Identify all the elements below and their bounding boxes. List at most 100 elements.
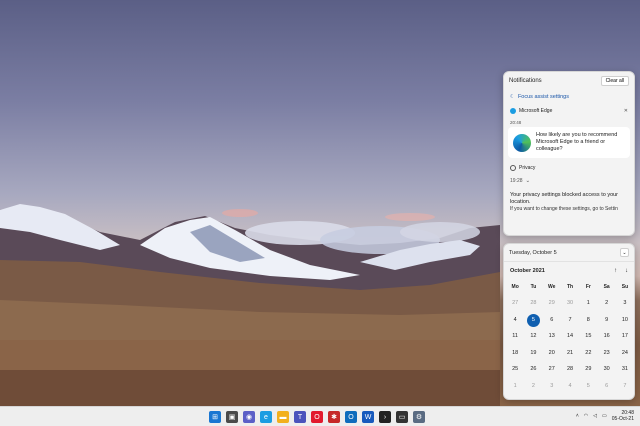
calendar-day[interactable]: 28 xyxy=(561,361,579,378)
chat-icon[interactable]: ◉ xyxy=(243,411,255,423)
clock-date: 05-Oct-21 xyxy=(611,416,634,422)
edge-notification-header: Microsoft Edge ✕ xyxy=(504,104,634,118)
edge-notification-card[interactable]: How likely are you to recommend Microsof… xyxy=(508,127,630,158)
calendar-day[interactable]: 11 xyxy=(506,328,524,345)
privacy-notification-subtext: If you want to change these settings, go… xyxy=(510,206,618,212)
calendar-day[interactable]: 16 xyxy=(597,328,615,345)
wifi-icon[interactable]: ◠ xyxy=(584,413,588,419)
calendar-day-number: 7 xyxy=(623,382,627,389)
edge-notification-time: 20:48 xyxy=(510,120,522,125)
calendar-day-today[interactable]: 5 xyxy=(524,312,542,329)
calendar-day[interactable]: 10 xyxy=(616,312,634,329)
calendar-day[interactable]: 18 xyxy=(506,345,524,362)
calendar-day[interactable]: 30 xyxy=(597,361,615,378)
calendar-day[interactable]: 27 xyxy=(543,361,561,378)
task-view-icon[interactable]: ▣ xyxy=(226,411,238,423)
calendar-day[interactable]: 8 xyxy=(579,312,597,329)
opera-icon[interactable]: O xyxy=(311,411,323,423)
calendar-flyout: Tuesday, October 5 ⌄ October 2021 ↑ ↓ Mo… xyxy=(503,243,635,400)
taskbar-clock[interactable]: 20:48 05-Oct-21 xyxy=(612,410,634,422)
word-icon[interactable]: W xyxy=(362,411,374,423)
calendar-day-number: 4 xyxy=(568,382,572,389)
calendar-day-number: 4 xyxy=(513,316,517,323)
calendar-day-number: 3 xyxy=(550,382,554,389)
calendar-day-number: 27 xyxy=(512,300,519,306)
calendar-day[interactable]: 12 xyxy=(524,328,542,345)
calendar-day[interactable]: 23 xyxy=(597,345,615,362)
calendar-day[interactable]: 6 xyxy=(597,378,615,395)
calendar-day[interactable]: 6 xyxy=(543,312,561,329)
calendar-day[interactable]: 29 xyxy=(579,361,597,378)
calendar-day[interactable]: 7 xyxy=(561,312,579,329)
clear-all-button[interactable]: Clear all xyxy=(600,76,629,86)
edge-logo-icon xyxy=(513,133,531,152)
dismiss-icon[interactable]: ✕ xyxy=(624,108,628,114)
calendar-day[interactable]: 14 xyxy=(561,328,579,345)
weekday-label: Sa xyxy=(603,284,610,290)
edge-icon[interactable]: e xyxy=(260,411,272,423)
calendar-day[interactable]: 26 xyxy=(524,361,542,378)
calendar-day[interactable]: 4 xyxy=(506,312,524,329)
calendar-nav: ↑ ↓ xyxy=(614,268,628,274)
settings-icon[interactable]: ⚙ xyxy=(413,411,425,423)
calendar-day[interactable]: 9 xyxy=(597,312,615,329)
calendar-day[interactable]: 21 xyxy=(561,345,579,362)
calendar-day[interactable]: 4 xyxy=(561,378,579,395)
calendar-day[interactable]: 20 xyxy=(543,345,561,362)
calendar-day[interactable]: 15 xyxy=(579,328,597,345)
calendar-day[interactable]: 31 xyxy=(616,361,634,378)
calendar-day-number: 5 xyxy=(586,382,590,389)
calendar-day-number: 28 xyxy=(530,300,537,306)
privacy-notification-card[interactable]: Your privacy settings blocked access to … xyxy=(504,190,634,215)
calendar-day-number: 26 xyxy=(530,366,537,372)
calendar-day-number: 5 xyxy=(526,313,540,327)
outlook-icon[interactable]: O xyxy=(345,411,357,423)
focus-assist-link[interactable]: ☾ Focus assist settings xyxy=(504,90,634,104)
calendar-day[interactable]: 13 xyxy=(543,328,561,345)
calendar-day[interactable]: 2 xyxy=(597,295,615,312)
weekday-label: We xyxy=(548,284,556,290)
calendar-day-number: 23 xyxy=(603,349,610,356)
teams-icon[interactable]: T xyxy=(294,411,306,423)
app-icon[interactable]: ✱ xyxy=(328,411,340,423)
start-icon[interactable]: ⊞ xyxy=(209,411,221,423)
calendar-day[interactable]: 19 xyxy=(524,345,542,362)
calendar-grid: Mo Tu We Th Fr Sa Su 27 28 29 30 1 2 3 4 5 6 7 8 9 10… xyxy=(504,279,634,394)
calendar-day[interactable]: 29 xyxy=(543,295,561,312)
calendar-day-number: 22 xyxy=(585,349,592,356)
calendar-day[interactable]: 3 xyxy=(543,378,561,395)
calendar-day[interactable]: 24 xyxy=(616,345,634,362)
weekday-label: Su xyxy=(621,284,629,290)
notification-title: Notifications xyxy=(509,78,542,84)
next-month-button[interactable]: ↓ xyxy=(625,268,628,274)
calendar-day[interactable]: 7 xyxy=(616,378,634,395)
previous-month-button[interactable]: ↑ xyxy=(614,268,617,274)
calendar-day[interactable]: 3 xyxy=(616,295,634,312)
calendar-day[interactable]: 22 xyxy=(579,345,597,362)
speaker-icon[interactable]: ◁ xyxy=(593,413,597,419)
weekday-label: Mo xyxy=(511,284,519,290)
calendar-month-label[interactable]: October 2021 xyxy=(510,268,545,274)
chevron-down-icon[interactable]: ⌄ xyxy=(526,178,531,184)
calendar-day[interactable]: 2 xyxy=(524,378,542,395)
calendar-day[interactable]: 1 xyxy=(579,295,597,312)
calendar-day-number: 12 xyxy=(530,333,537,339)
calendar-day-number: 31 xyxy=(621,366,628,372)
calendar-month-row: October 2021 ↑ ↓ xyxy=(504,262,634,279)
edge-notification-message: How likely are you to recommend Microsof… xyxy=(536,132,618,152)
calendar-day[interactable]: 27 xyxy=(506,295,524,312)
calendar-day-number: 19 xyxy=(530,349,537,356)
calendar-day[interactable]: 30 xyxy=(561,295,579,312)
calendar-day[interactable]: 28 xyxy=(524,295,542,312)
terminal-icon[interactable]: › xyxy=(379,411,391,423)
calendar-day[interactable]: 1 xyxy=(506,378,524,395)
battery-icon[interactable]: ▭ xyxy=(602,413,607,419)
chevron-up-icon[interactable]: ˄ xyxy=(576,413,579,419)
calendar-day[interactable]: 5 xyxy=(579,378,597,395)
calendar-day-number: 16 xyxy=(603,333,610,339)
cmd-icon[interactable]: ▭ xyxy=(396,411,408,423)
collapse-calendar-button[interactable]: ⌄ xyxy=(620,248,629,257)
calendar-day[interactable]: 25 xyxy=(506,361,524,378)
file-explorer-icon[interactable]: ▬ xyxy=(277,411,289,423)
calendar-day[interactable]: 17 xyxy=(616,328,634,345)
